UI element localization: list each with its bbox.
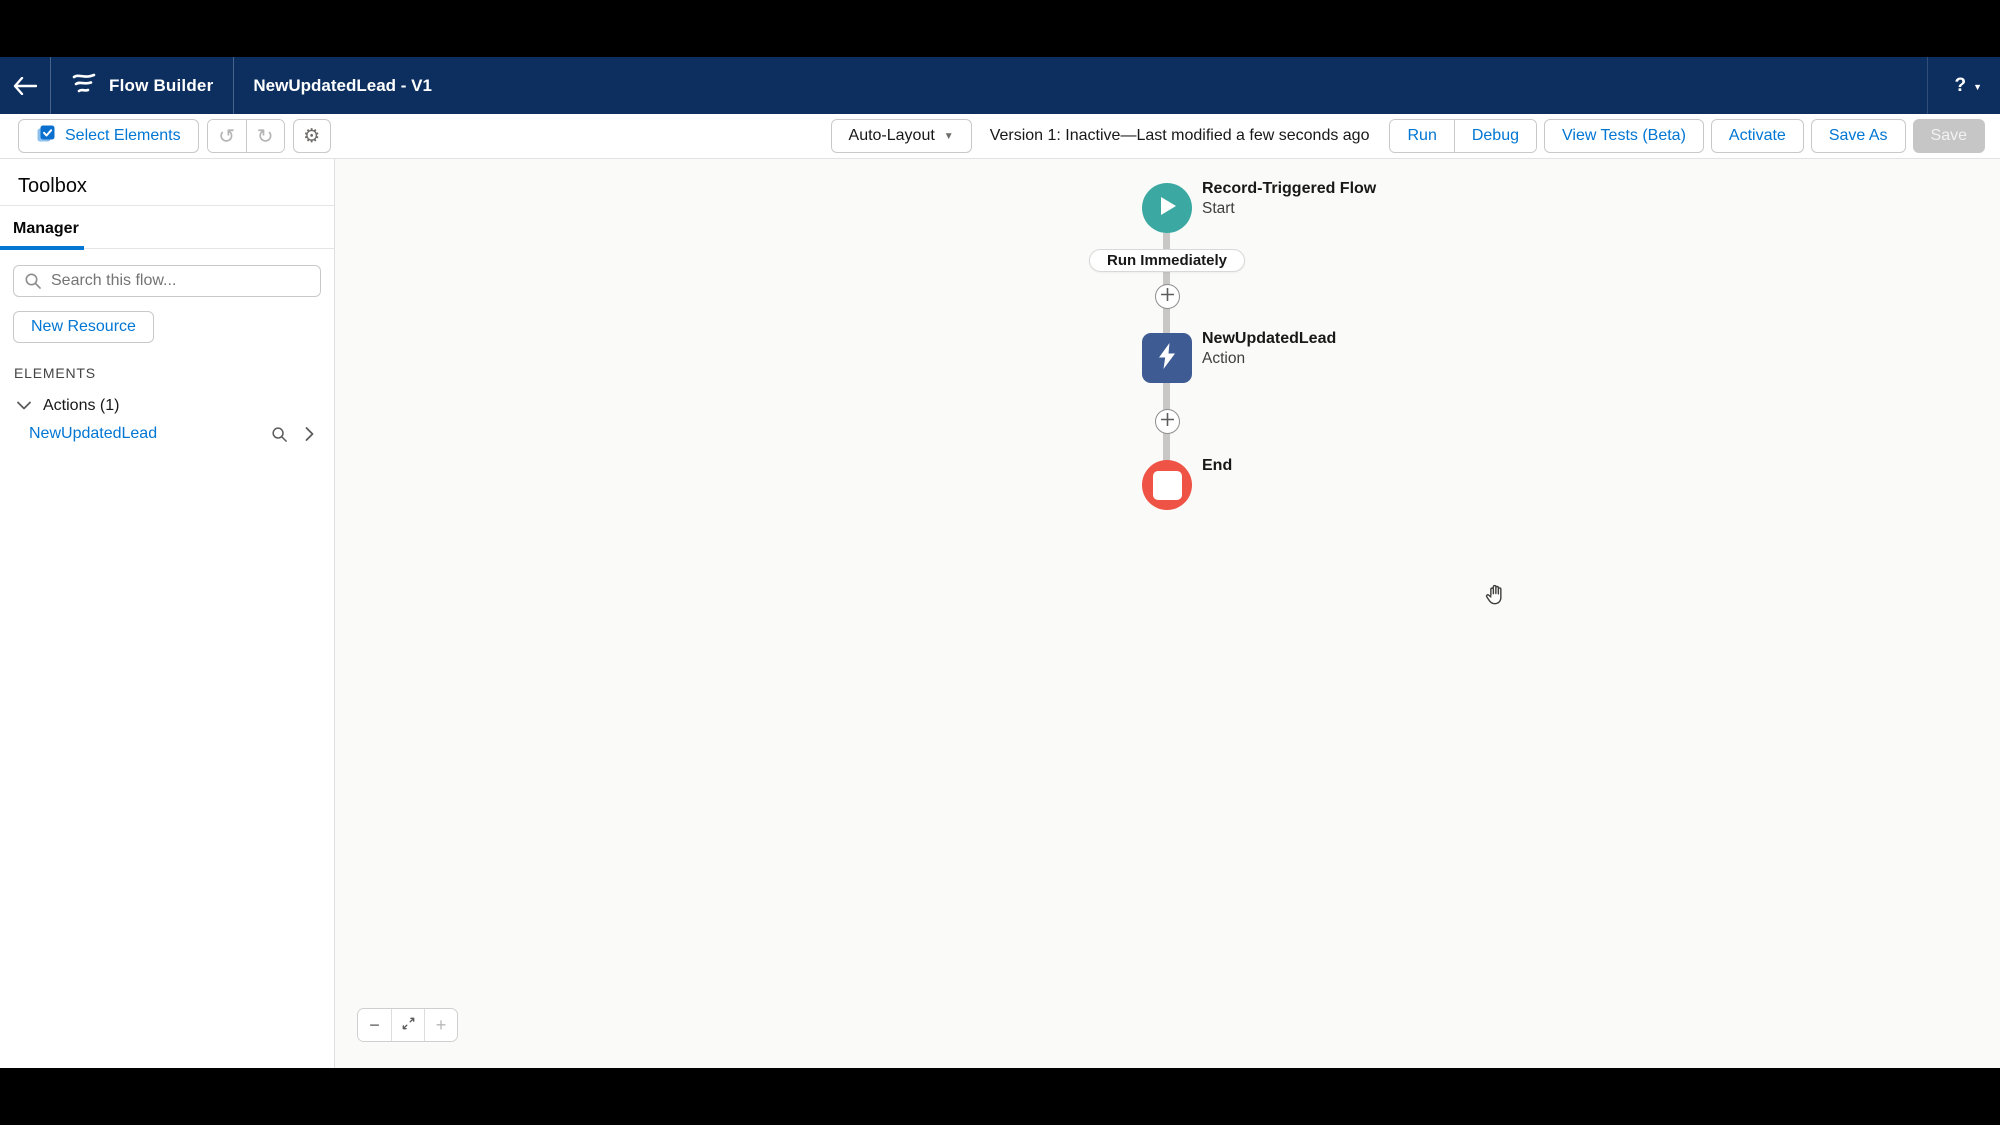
elements-section-header: ELEMENTS <box>0 343 334 381</box>
chevron-down-icon <box>17 397 31 415</box>
flow-settings-button[interactable]: ⚙ <box>293 119 331 153</box>
search-input[interactable] <box>13 265 321 297</box>
action-node-label: NewUpdatedLead Action <box>1202 330 1336 368</box>
debug-button[interactable]: Debug <box>1454 120 1536 152</box>
view-tests-button[interactable]: View Tests (Beta) <box>1544 119 1704 153</box>
redo-icon: ↻ <box>257 126 274 146</box>
undo-icon: ↺ <box>218 126 235 146</box>
active-tab-underline <box>0 246 84 250</box>
app-name: Flow Builder <box>109 76 213 96</box>
lightning-bolt-icon <box>1155 342 1179 375</box>
redo-button[interactable]: ↻ <box>246 120 284 152</box>
actions-group-toggle[interactable]: Actions (1) <box>0 381 334 415</box>
canvas-zoom-controls: − + <box>357 1008 458 1042</box>
activate-button[interactable]: Activate <box>1711 119 1804 153</box>
stop-icon <box>1153 471 1182 500</box>
hand-cursor-icon <box>1482 582 1508 613</box>
element-link-newupdatedlead[interactable]: NewUpdatedLead <box>29 425 157 443</box>
action-node-subtitle: Action <box>1202 350 1336 368</box>
toolbox-tab-row: Manager <box>0 206 334 249</box>
toolbox-panel: Toolbox Manager New Resource ELEMENTS Ac… <box>0 159 335 1068</box>
back-arrow-icon <box>13 77 37 95</box>
expand-arrows-icon <box>401 1015 416 1036</box>
fit-to-view-button[interactable] <box>391 1009 424 1041</box>
zoom-out-button[interactable]: − <box>358 1009 391 1041</box>
flow-toolbar: Select Elements ↺ ↻ ⚙ Auto-Layout ▼ Vers… <box>0 114 2000 159</box>
undo-button[interactable]: ↺ <box>208 120 246 152</box>
header-bar: Flow Builder NewUpdatedLead - V1 ? ▼ <box>0 57 2000 114</box>
plus-icon <box>1161 288 1174 306</box>
layout-select-dropdown[interactable]: Auto-Layout ▼ <box>831 119 972 153</box>
toolbar-right-group: Auto-Layout ▼ Version 1: Inactive—Last m… <box>831 119 1985 153</box>
tab-manager[interactable]: Manager <box>13 220 79 238</box>
main-content: Toolbox Manager New Resource ELEMENTS Ac… <box>0 159 2000 1068</box>
toolbar-left-group: Select Elements ↺ ↻ ⚙ <box>18 119 331 153</box>
list-item: NewUpdatedLead <box>0 415 334 443</box>
help-menu-button[interactable]: ? ▼ <box>1927 57 2000 114</box>
letterbox-top <box>0 0 2000 57</box>
app-branding: Flow Builder <box>51 57 234 114</box>
run-debug-group: Run Debug <box>1389 119 1537 153</box>
end-node-title: End <box>1202 457 1232 475</box>
flow-canvas[interactable]: Record-Triggered Flow Start Run Immediat… <box>335 159 2000 1068</box>
help-icon: ? <box>1954 75 1966 97</box>
end-node[interactable] <box>1142 460 1192 510</box>
letterbox-bottom <box>0 1068 2000 1125</box>
toolbox-title: Toolbox <box>0 159 334 205</box>
start-node-subtitle: Start <box>1202 200 1376 218</box>
undo-redo-group: ↺ ↻ <box>207 119 285 153</box>
select-elements-button[interactable]: Select Elements <box>18 119 199 153</box>
version-status-text: Version 1: Inactive—Last modified a few … <box>990 127 1370 145</box>
chevron-right-icon[interactable] <box>305 427 314 441</box>
run-button[interactable]: Run <box>1390 120 1453 152</box>
add-element-button[interactable] <box>1155 409 1180 434</box>
back-button[interactable] <box>0 57 51 114</box>
search-icon <box>24 272 42 295</box>
select-elements-label: Select Elements <box>65 127 181 145</box>
flow-builder-window: Flow Builder NewUpdatedLead - V1 ? ▼ Sel… <box>0 0 2000 1125</box>
search-usage-icon[interactable] <box>271 426 288 443</box>
chevron-down-icon: ▼ <box>944 130 954 142</box>
play-icon <box>1156 194 1178 223</box>
plus-icon <box>1161 413 1174 431</box>
chevron-down-icon: ▼ <box>1973 80 1982 92</box>
gear-icon: ⚙ <box>303 127 320 146</box>
save-button[interactable]: Save <box>1913 119 1985 153</box>
flow-builder-logo-icon <box>71 71 97 100</box>
start-node-title: Record-Triggered Flow <box>1202 180 1376 198</box>
run-immediately-badge: Run Immediately <box>1089 249 1245 272</box>
save-as-button[interactable]: Save As <box>1811 119 1906 153</box>
end-node-label: End <box>1202 457 1232 475</box>
actions-group-label: Actions (1) <box>43 397 119 415</box>
start-node[interactable] <box>1142 183 1192 233</box>
add-element-button[interactable] <box>1155 284 1180 309</box>
layout-selected-value: Auto-Layout <box>849 127 935 145</box>
action-node-title: NewUpdatedLead <box>1202 330 1336 348</box>
multi-select-checkbox-icon <box>36 124 56 149</box>
flow-title: NewUpdatedLead - V1 <box>234 57 432 114</box>
flow-search <box>13 265 320 297</box>
new-resource-button[interactable]: New Resource <box>13 311 154 343</box>
list-item-actions <box>271 426 314 443</box>
action-node[interactable] <box>1142 333 1192 383</box>
start-node-label: Record-Triggered Flow Start <box>1202 180 1376 218</box>
zoom-in-button[interactable]: + <box>424 1009 457 1041</box>
